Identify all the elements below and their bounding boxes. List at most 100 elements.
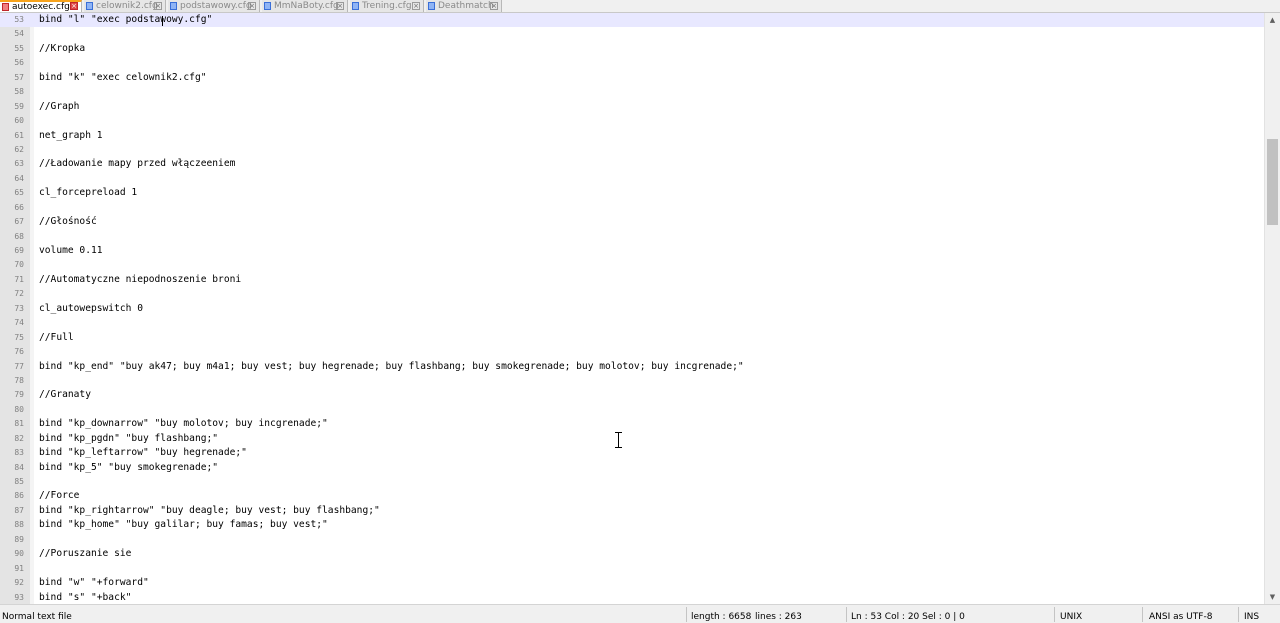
scrollbar-thumb[interactable] <box>1267 139 1278 225</box>
tab-trening[interactable]: Trening.cfg × <box>350 0 424 12</box>
line-text[interactable]: bind "k" "exec celownik2.cfg" <box>39 71 207 85</box>
close-icon[interactable]: × <box>490 2 498 10</box>
status-divider <box>846 607 847 622</box>
code-line[interactable]: 56 <box>0 56 1264 70</box>
code-line[interactable]: 71 //Automatyczne niepodnoszenie broni <box>0 273 1264 287</box>
line-text[interactable]: //Force <box>39 489 79 503</box>
file-icon <box>86 2 93 10</box>
code-line[interactable]: 67 //Głośność <box>0 215 1264 229</box>
close-icon[interactable]: × <box>70 2 78 10</box>
tab-celownik2[interactable]: celownik2.cfg × <box>84 0 166 12</box>
line-text[interactable]: bind "l" "exec podstawowy.cfg" <box>39 13 212 27</box>
chevron-up-icon[interactable]: ▲ <box>1265 13 1280 27</box>
close-icon[interactable]: × <box>336 2 344 10</box>
tab-label: autoexec.cfg <box>12 2 70 12</box>
line-number: 61 <box>14 130 24 140</box>
code-line[interactable]: 85 <box>0 475 1264 489</box>
status-encoding: ANSI as UTF-8 <box>1149 612 1213 622</box>
status-length: length : 6658 <box>691 612 752 622</box>
line-text[interactable]: cl_forcepreload 1 <box>39 186 137 200</box>
tab-podstawowy[interactable]: podstawowy.cfg × <box>168 0 260 12</box>
line-number: 68 <box>14 231 24 241</box>
tab-autoexec[interactable]: autoexec.cfg × <box>0 0 82 12</box>
tab-mmnaboty[interactable]: MmNaBoty.cfg × <box>262 0 348 12</box>
code-line[interactable]: 88 bind "kp_home" "buy galilar; buy famas… <box>0 518 1264 532</box>
code-line[interactable]: 72 <box>0 287 1264 301</box>
code-line[interactable]: 76 <box>0 345 1264 359</box>
chevron-down-icon[interactable]: ▼ <box>1265 590 1280 604</box>
line-text[interactable]: bind "kp_5" "buy smokegrenade;" <box>39 461 218 475</box>
code-line[interactable]: 57 bind "k" "exec celownik2.cfg" <box>0 71 1264 85</box>
line-number: 90 <box>14 549 24 559</box>
code-line[interactable]: 58 <box>0 85 1264 99</box>
line-number: 75 <box>14 332 24 342</box>
line-text[interactable]: bind "kp_pgdn" "buy flashbang;" <box>39 432 218 446</box>
line-number: 93 <box>14 592 24 602</box>
code-line[interactable]: 55 //Kropka <box>0 42 1264 56</box>
line-text[interactable]: //Granaty <box>39 388 91 402</box>
code-line[interactable]: 83 bind "kp_leftarrow" "buy hegrenade;" <box>0 446 1264 460</box>
status-insert-mode: INS <box>1244 612 1260 622</box>
code-line[interactable]: 68 <box>0 230 1264 244</box>
line-text[interactable]: //Full <box>39 331 74 345</box>
code-line[interactable]: 86 //Force <box>0 489 1264 503</box>
line-text[interactable]: net_graph 1 <box>39 129 103 143</box>
code-line[interactable]: 92 bind "w" "+forward" <box>0 576 1264 590</box>
line-text[interactable]: //Kropka <box>39 42 85 56</box>
line-text[interactable]: bind "kp_downarrow" "buy molotov; buy in… <box>39 417 328 431</box>
code-line[interactable]: 69 volume 0.11 <box>0 244 1264 258</box>
line-text[interactable]: bind "w" "+forward" <box>39 576 149 590</box>
code-line[interactable]: 54 <box>0 27 1264 41</box>
code-line[interactable]: 75 //Full <box>0 331 1264 345</box>
code-line[interactable]: 73 cl_autowepswitch 0 <box>0 302 1264 316</box>
line-number: 82 <box>14 433 24 443</box>
line-text[interactable]: bind "kp_home" "buy galilar; buy famas; … <box>39 518 328 532</box>
code-line[interactable]: 53 bind "l" "exec podstawowy.cfg" <box>0 13 1264 28</box>
code-line[interactable]: 81 bind "kp_downarrow" "buy molotov; buy … <box>0 417 1264 431</box>
code-line[interactable]: 77 bind "kp_end" "buy ak47; buy m4a1; buy… <box>0 360 1264 374</box>
code-line[interactable]: 91 <box>0 562 1264 576</box>
code-line[interactable]: 79 //Granaty <box>0 388 1264 402</box>
line-text[interactable]: //Poruszanie sie <box>39 547 131 561</box>
tab-deathmatch[interactable]: Deathmatch × <box>426 0 502 12</box>
code-line[interactable]: 59 //Graph <box>0 100 1264 114</box>
status-lines: lines : 263 <box>755 612 802 622</box>
code-line[interactable]: 70 <box>0 258 1264 272</box>
line-number: 72 <box>14 289 24 299</box>
code-line[interactable]: 82 bind "kp_pgdn" "buy flashbang;" <box>0 432 1264 446</box>
line-text[interactable]: //Automatyczne niepodnoszenie broni <box>39 273 241 287</box>
code-line[interactable]: 87 bind "kp_rightarrow" "buy deagle; buy … <box>0 504 1264 518</box>
line-number: 91 <box>14 563 24 573</box>
code-line[interactable]: 62 <box>0 143 1264 157</box>
code-line[interactable]: 63 //Ładowanie mapy przed włączeeniem <box>0 157 1264 171</box>
code-line[interactable]: 93 bind "s" "+back" <box>0 591 1264 605</box>
vertical-scrollbar[interactable]: ▲ ▼ <box>1264 13 1280 604</box>
code-line[interactable]: 65 cl_forcepreload 1 <box>0 186 1264 200</box>
line-text[interactable]: bind "kp_rightarrow" "buy deagle; buy ve… <box>39 504 380 518</box>
line-text[interactable]: bind "kp_end" "buy ak47; buy m4a1; buy v… <box>39 360 744 374</box>
line-text[interactable]: //Ładowanie mapy przed włączeeniem <box>39 157 235 171</box>
line-text[interactable]: volume 0.11 <box>39 244 103 258</box>
code-line[interactable]: 90 //Poruszanie sie <box>0 547 1264 561</box>
code-line[interactable]: 78 <box>0 374 1264 388</box>
code-line[interactable]: 60 <box>0 114 1264 128</box>
code-line[interactable]: 89 <box>0 533 1264 547</box>
close-icon[interactable]: × <box>248 2 256 10</box>
close-icon[interactable]: × <box>412 2 420 10</box>
line-number: 89 <box>14 534 24 544</box>
line-text[interactable]: bind "kp_leftarrow" "buy hegrenade;" <box>39 446 247 460</box>
code-line[interactable]: 66 <box>0 201 1264 215</box>
code-line[interactable]: 61 net_graph 1 <box>0 129 1264 143</box>
text-editor[interactable]: 53 bind "l" "exec podstawowy.cfg" 54 55 //Kr… <box>0 13 1264 604</box>
line-number: 84 <box>14 462 24 472</box>
line-text[interactable]: bind "s" "+back" <box>39 591 131 605</box>
code-line[interactable]: 64 <box>0 172 1264 186</box>
status-eol: UNIX <box>1060 612 1083 622</box>
line-text[interactable]: cl_autowepswitch 0 <box>39 302 143 316</box>
close-icon[interactable]: × <box>154 2 162 10</box>
line-text[interactable]: //Graph <box>39 100 79 114</box>
code-line[interactable]: 80 <box>0 403 1264 417</box>
code-line[interactable]: 84 bind "kp_5" "buy smokegrenade;" <box>0 461 1264 475</box>
code-line[interactable]: 74 <box>0 316 1264 330</box>
line-text[interactable]: //Głośność <box>39 215 97 229</box>
